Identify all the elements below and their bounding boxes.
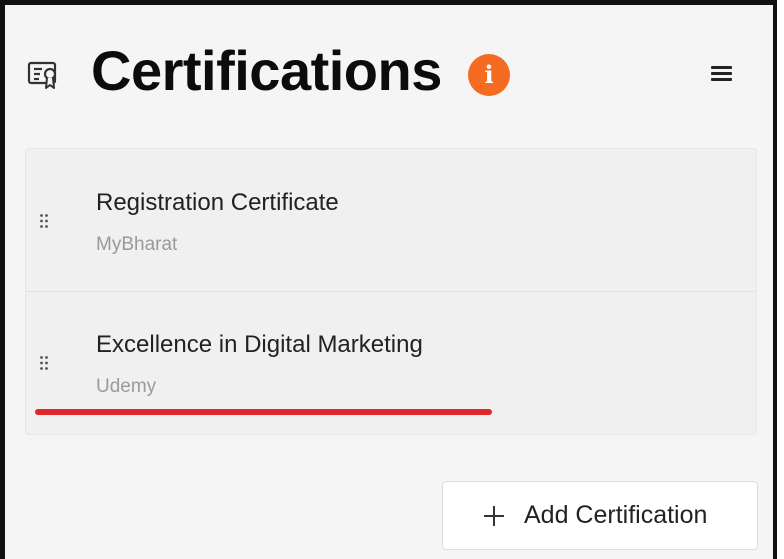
plus-icon: [484, 506, 504, 526]
highlight-underline: [35, 409, 492, 415]
add-certification-label: Add Certification: [524, 501, 708, 529]
certifications-panel: Certifications i Registration Certificat…: [0, 0, 777, 559]
drag-handle-icon[interactable]: [39, 213, 49, 229]
certification-issuer: Udemy: [96, 376, 157, 397]
certificate-icon: [27, 61, 57, 89]
hamburger-menu-icon: [711, 72, 732, 75]
hamburger-menu-icon: [711, 66, 732, 69]
drag-handle-icon[interactable]: [39, 355, 49, 371]
panel-header: Certifications i: [5, 5, 773, 135]
info-icon[interactable]: i: [468, 54, 510, 96]
add-certification-button[interactable]: Add Certification: [442, 481, 758, 550]
certification-issuer: MyBharat: [96, 234, 178, 255]
menu-button[interactable]: [701, 55, 741, 91]
certification-list: Registration Certificate MyBharat Excell…: [25, 148, 757, 435]
page-title: Certifications: [91, 39, 442, 102]
list-item[interactable]: Registration Certificate MyBharat: [26, 149, 756, 292]
certification-title: Excellence in Digital Marketing: [96, 331, 423, 358]
hamburger-menu-icon: [711, 78, 732, 81]
certification-title: Registration Certificate: [96, 189, 339, 216]
